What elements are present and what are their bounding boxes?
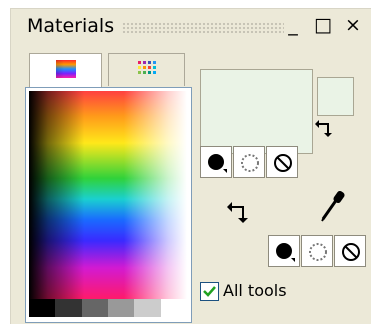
all-tools-checkbox[interactable] (200, 282, 219, 301)
tab-swatches[interactable] (108, 53, 185, 86)
texture-icon[interactable] (301, 235, 333, 267)
swap-arrows-icon[interactable] (226, 200, 252, 226)
minimize-button[interactable]: _ (281, 13, 305, 37)
foreground-color-swatch[interactable] (200, 69, 313, 154)
grayscale-strip[interactable] (29, 299, 187, 317)
palette-title: Materials (27, 15, 115, 37)
title-bar: Materials _ □ × (11, 9, 371, 43)
color-style-icon[interactable] (268, 235, 300, 267)
tab-frame[interactable] (29, 53, 102, 87)
swatches-grid-icon (137, 61, 156, 74)
all-tools-label[interactable]: All tools (223, 281, 287, 300)
background-color-swatch[interactable] (317, 77, 354, 116)
eyedropper-icon[interactable] (317, 187, 349, 223)
maximize-button[interactable]: □ (311, 13, 335, 37)
transparent-icon[interactable] (334, 235, 366, 267)
color-style-icon[interactable] (200, 146, 232, 178)
swap-arrows-icon[interactable] (314, 118, 336, 140)
check-mark-icon (203, 286, 216, 297)
color-picker-panel (25, 87, 192, 323)
texture-icon[interactable] (233, 146, 265, 178)
transparent-icon[interactable] (266, 146, 298, 178)
materials-palette: Materials _ □ × All tools (10, 8, 371, 324)
background-button-row (268, 235, 367, 267)
color-spectrum[interactable] (29, 91, 187, 299)
close-button[interactable]: × (341, 13, 365, 37)
color-frame-icon (55, 60, 76, 78)
drag-grip[interactable] (122, 22, 284, 33)
foreground-button-row (200, 146, 299, 178)
tab-strip (25, 53, 187, 87)
